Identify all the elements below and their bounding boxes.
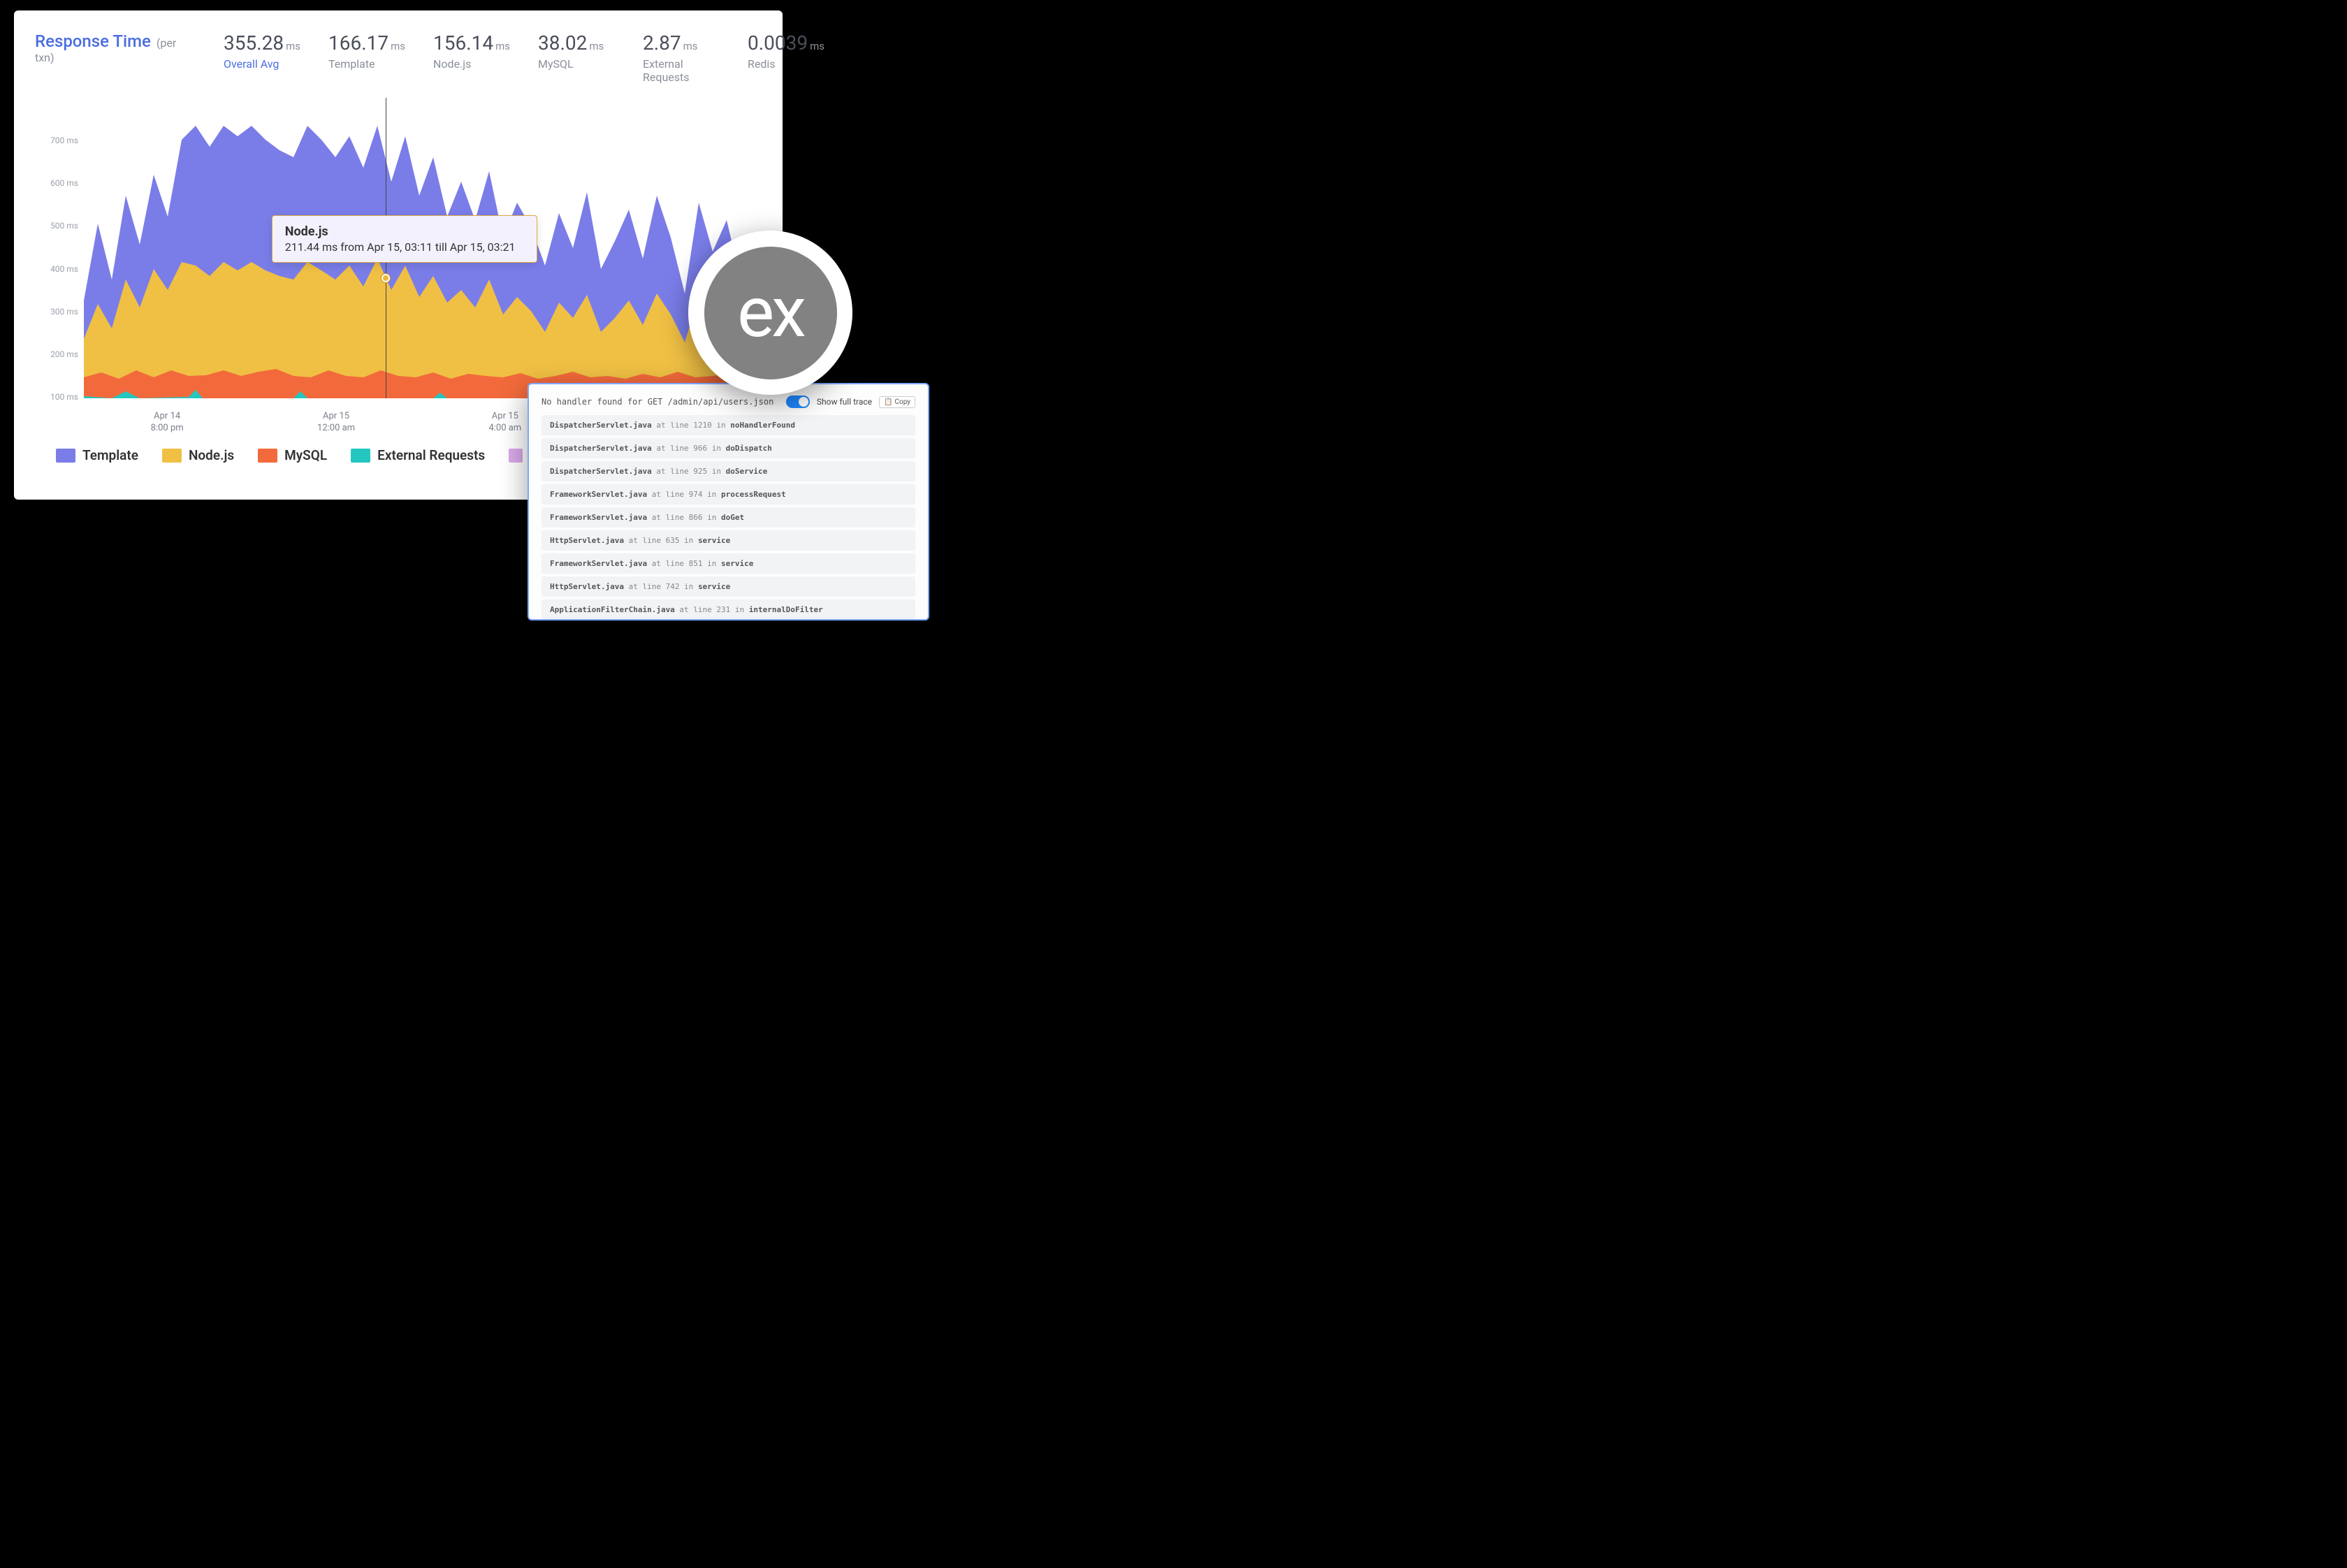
- y-tick: 400 ms: [50, 264, 78, 274]
- stat-mysql[interactable]: 38.02ms MySQL: [538, 31, 615, 71]
- trace-row[interactable]: ApplicationFilterChain.java at line 231 …: [542, 600, 915, 620]
- y-tick: 500 ms: [50, 221, 78, 231]
- trace-row[interactable]: DispatcherServlet.java at line 925 in do…: [542, 461, 915, 481]
- stat-template[interactable]: 166.17ms Template: [328, 31, 405, 71]
- tooltip-detail: 211.44 ms from Apr 15, 03:11 till Apr 15…: [285, 240, 524, 254]
- legend-item-mysql[interactable]: MySQL: [258, 447, 327, 463]
- trace-row[interactable]: HttpServlet.java at line 635 in service: [542, 530, 915, 551]
- trace-row[interactable]: DispatcherServlet.java at line 966 in do…: [542, 438, 915, 458]
- swatch-redis[interactable]: [509, 449, 523, 463]
- stats-row: Response Time (per txn) 355.28ms Overall…: [35, 31, 762, 84]
- copy-icon: 📋: [884, 398, 892, 406]
- y-tick: 200 ms: [50, 349, 78, 359]
- panel-title: Response Time (per txn): [35, 31, 196, 64]
- express-logo-text: ex: [737, 278, 804, 348]
- stat-redis[interactable]: 0.0039ms Redis: [748, 31, 824, 71]
- show-full-trace-toggle[interactable]: [786, 395, 810, 408]
- swatch-external: [351, 449, 370, 463]
- legend-item-template[interactable]: Template: [56, 447, 138, 463]
- stat-external-requests[interactable]: 2.87ms External Requests: [643, 31, 720, 84]
- y-tick: 600 ms: [50, 178, 78, 188]
- trace-row[interactable]: FrameworkServlet.java at line 851 in ser…: [542, 553, 915, 574]
- y-tick: 700 ms: [50, 136, 78, 145]
- y-tick: 300 ms: [50, 307, 78, 317]
- trace-header: No handler found for GET /admin/api/user…: [542, 395, 915, 408]
- x-tick: Apr 148:00 pm: [151, 410, 184, 435]
- x-tick: Apr 154:00 am: [488, 410, 521, 435]
- tooltip-series: Node.js: [285, 224, 524, 239]
- copy-trace-button[interactable]: 📋 Copy: [879, 396, 915, 408]
- swatch-nodejs: [162, 449, 182, 463]
- y-tick: 100 ms: [50, 392, 78, 402]
- trace-list: DispatcherServlet.java at line 1210 in n…: [542, 415, 915, 620]
- swatch-template: [56, 449, 75, 463]
- plot-region[interactable]: Node.js 211.44 ms from Apr 15, 03:11 til…: [84, 98, 755, 398]
- express-logo-badge: ex: [688, 231, 852, 395]
- title-main: Response Time: [35, 31, 151, 51]
- stat-overall-avg[interactable]: 355.28ms Overall Avg: [224, 31, 300, 71]
- y-axis: 100 ms 200 ms 300 ms 400 ms 500 ms 600 m…: [42, 98, 84, 426]
- trace-row[interactable]: FrameworkServlet.java at line 866 in doG…: [542, 507, 915, 528]
- x-tick: Apr 1512:00 am: [317, 410, 355, 435]
- chart-tooltip: Node.js 211.44 ms from Apr 15, 03:11 til…: [272, 215, 537, 263]
- trace-row[interactable]: HttpServlet.java at line 742 in service: [542, 576, 915, 597]
- chart-hover-point: [382, 274, 390, 282]
- chart-area[interactable]: 100 ms 200 ms 300 ms 400 ms 500 ms 600 m…: [42, 98, 755, 426]
- trace-row[interactable]: FrameworkServlet.java at line 974 in pro…: [542, 484, 915, 504]
- swatch-mysql: [258, 449, 277, 463]
- legend-item-nodejs[interactable]: Node.js: [162, 447, 234, 463]
- show-full-trace-label: Show full trace: [817, 397, 872, 407]
- trace-controls: Show full trace 📋 Copy: [786, 395, 915, 408]
- stat-nodejs[interactable]: 156.14ms Node.js: [433, 31, 510, 71]
- stack-trace-panel: No handler found for GET /admin/api/user…: [528, 383, 929, 620]
- express-logo-inner: ex: [704, 247, 837, 379]
- trace-error-title: No handler found for GET /admin/api/user…: [542, 397, 773, 407]
- legend-item-external[interactable]: External Requests: [351, 447, 485, 463]
- trace-row[interactable]: DispatcherServlet.java at line 1210 in n…: [542, 415, 915, 435]
